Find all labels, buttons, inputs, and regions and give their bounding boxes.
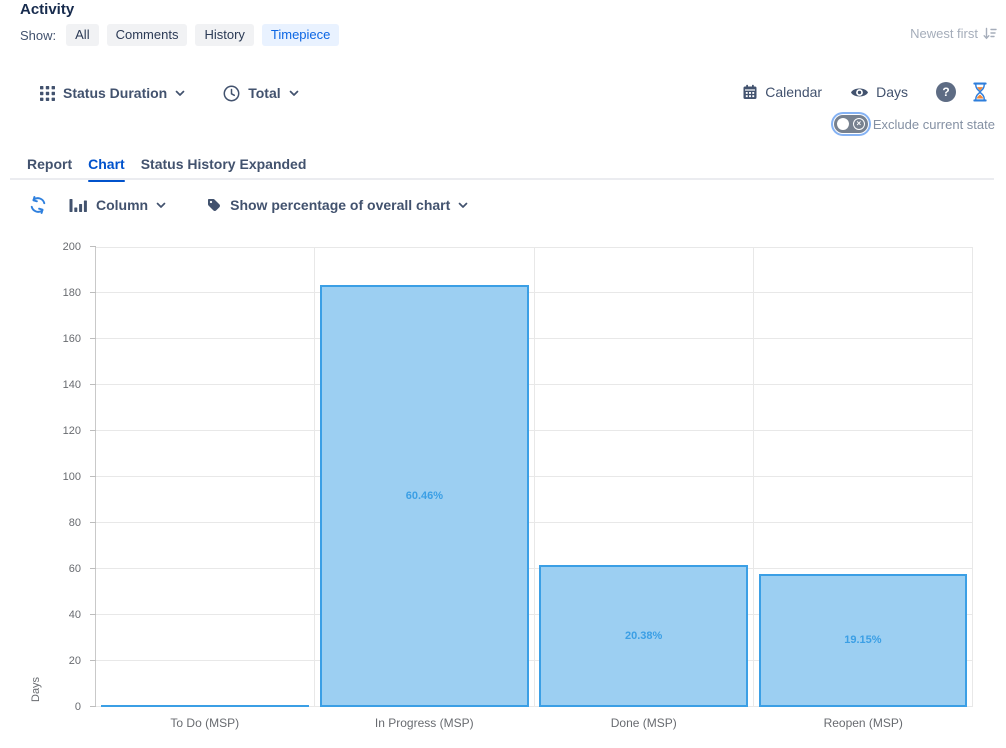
y-tick-label: 160 [63,333,81,345]
column-chart-icon [69,198,88,213]
calendar-view-button[interactable]: Calendar [742,84,822,100]
report-toolbar-right: Calendar Days ? [742,80,988,104]
status-duration-chart: Days 020406080100120140160180200 60.46%2… [0,240,1006,748]
exclude-current-state-row: × Exclude current state [834,113,995,135]
bar-Reopen (MSP): 19.15% [759,574,968,707]
grid-icon [40,86,55,101]
tab-report[interactable]: Report [27,156,72,180]
chevron-down-icon [156,202,166,209]
timepiece-hourglass-icon[interactable] [972,82,988,102]
chart-controls: Column Show percentage of overall chart [29,193,468,217]
category-column: 19.15% [754,247,973,707]
plot-area: 60.46% 20.38% 19.15% [95,247,973,707]
x-axis-labels: To Do (MSP)In Progress (MSP)Done (MSP)Re… [95,716,973,730]
aggregation-label: Total [248,85,280,101]
bar-percentage-label: 60.46% [322,490,527,502]
calendar-icon [742,84,758,100]
label-mode-label: Show percentage of overall chart [230,197,450,213]
y-tick-label: 120 [63,425,81,437]
chevron-down-icon [289,90,299,97]
y-tick-label: 140 [63,379,81,391]
x-axis-category-label: Done (MSP) [534,716,754,730]
x-axis-category-label: In Progress (MSP) [315,716,535,730]
chevron-down-icon [175,90,185,97]
view-tabs: Report Chart Status History Expanded [27,156,306,180]
y-tick-label: 60 [69,563,81,575]
calendar-label: Calendar [765,84,822,100]
aggregation-dropdown[interactable]: Total [223,85,298,102]
chevron-down-icon [458,202,468,209]
y-axis-ticks: 020406080100120140160180200 [0,247,88,707]
y-tick-label: 180 [63,287,81,299]
x-axis-category-label: To Do (MSP) [95,716,315,730]
bar-percentage-label: 20.38% [541,630,746,642]
tabs-divider [10,178,994,180]
tag-icon [206,197,222,213]
category-column: 60.46% [315,247,534,707]
refresh-icon[interactable] [29,196,47,214]
chart-type-dropdown[interactable]: Column [69,197,166,213]
y-tick-label: 200 [63,241,81,253]
x-axis-category-label: Reopen (MSP) [754,716,974,730]
dimension-dropdown[interactable]: Status Duration [40,85,185,101]
clock-icon [223,85,240,102]
bar-To Do (MSP) [101,705,310,707]
chart-type-label: Column [96,197,148,213]
exclude-current-state-label: Exclude current state [873,117,995,132]
toggle-off-icon: × [853,118,865,130]
report-toolbar-left: Status Duration Total [40,81,299,105]
help-icon[interactable]: ? [936,82,956,102]
tab-status-history-expanded[interactable]: Status History Expanded [141,156,307,180]
bar-percentage-label: 19.15% [761,634,966,646]
unit-toggle-button[interactable]: Days [850,84,908,100]
y-tick-label: 100 [63,471,81,483]
show-label: Show: [20,28,56,43]
sort-order-label: Newest first [910,26,978,41]
activity-panel: Activity Show: All Comments History Time… [0,0,1006,748]
filter-button-history[interactable]: History [195,24,253,46]
label-mode-dropdown[interactable]: Show percentage of overall chart [206,197,468,213]
eye-icon [850,85,869,100]
filter-button-comments[interactable]: Comments [107,24,188,46]
filter-button-all[interactable]: All [66,24,98,46]
y-tick-label: 0 [75,701,81,713]
category-column [96,247,315,707]
exclude-current-state-toggle[interactable]: × [834,115,868,133]
bar-Done (MSP): 20.38% [539,565,748,707]
filter-button-timepiece[interactable]: Timepiece [262,24,339,46]
dimension-label: Status Duration [63,85,167,101]
sort-descending-icon [983,27,997,40]
sort-order-control[interactable]: Newest first [910,26,997,41]
page-title: Activity [20,1,74,18]
category-column: 20.38% [535,247,754,707]
y-tick-label: 20 [69,655,81,667]
y-tick-label: 80 [69,517,81,529]
unit-label: Days [876,84,908,100]
activity-filter-bar: Show: All Comments History Timepiece [20,23,339,47]
tab-chart[interactable]: Chart [88,156,125,180]
y-tick-label: 40 [69,609,81,621]
toggle-knob [837,118,849,130]
bar-In Progress (MSP): 60.46% [320,285,529,707]
